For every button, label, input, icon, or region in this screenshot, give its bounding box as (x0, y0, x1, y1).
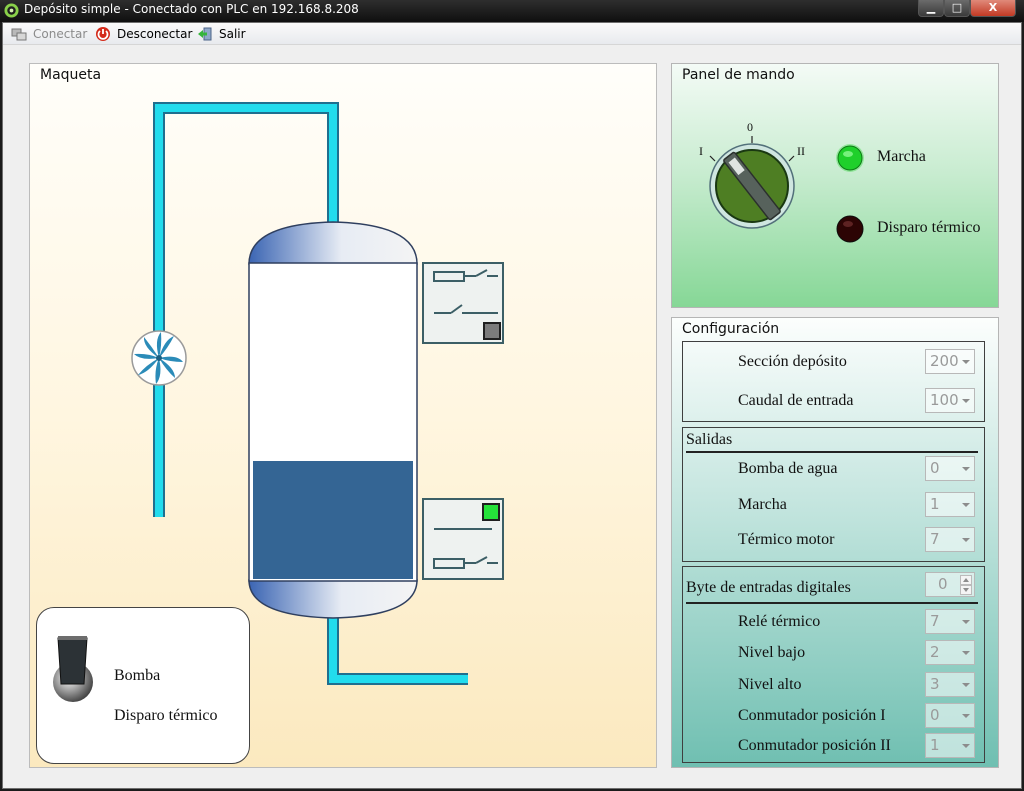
input-byte-spinner[interactable]: 0 (925, 572, 975, 597)
minimize-button[interactable]: ▁ (918, 0, 944, 17)
control-panel: Panel de mando I 0 II Marcha Disparo tér… (671, 63, 999, 308)
output-run-label: Marcha (738, 496, 787, 513)
input-byte-value: 0 (938, 575, 948, 593)
connect-icon (11, 28, 27, 41)
high-level-switch (422, 262, 504, 344)
title-bar: Depósito simple - Conectado con PLC en 1… (0, 0, 1024, 22)
output-pump-label: Bomba de agua (738, 460, 838, 477)
input-thermal-relay-select[interactable]: 7 (925, 609, 975, 634)
outputs-divider (686, 451, 978, 453)
tank-section-select[interactable]: 200 (925, 349, 975, 374)
exit-icon (198, 27, 212, 41)
output-thermal-label: Térmico motor (738, 531, 835, 548)
disconnect-button[interactable]: Desconectar (95, 25, 192, 43)
switch-position-0: 0 (747, 120, 753, 134)
input-switch-pos2-select[interactable]: 1 (925, 733, 975, 758)
chevron-down-icon (962, 399, 970, 403)
output-thermal-value: 7 (930, 530, 940, 548)
output-pump-value: 0 (930, 459, 940, 477)
output-run-select[interactable]: 1 (925, 492, 975, 517)
input-switch-pos1-label: Conmutador posición I (738, 707, 886, 724)
chevron-down-icon (962, 467, 970, 471)
control-panel-title: Panel de mando (682, 67, 795, 83)
configuration-panel: Configuración Sección depósito 200 Cauda… (671, 317, 999, 768)
chevron-down-icon (962, 683, 970, 687)
disconnect-icon (96, 27, 110, 41)
exit-button[interactable]: Salir (197, 25, 246, 43)
input-low-level-value: 2 (930, 643, 940, 661)
outlet-pipe (327, 616, 468, 685)
model-panel: Maqueta Bomba Disparo térmico (29, 63, 657, 768)
pump-icon (131, 330, 187, 386)
inflow-select[interactable]: 100 (925, 388, 975, 413)
maximize-button[interactable]: □ (944, 0, 970, 17)
input-high-level-value: 3 (930, 675, 940, 693)
configuration-panel-title: Configuración (682, 321, 780, 337)
connect-button[interactable]: Conectar (11, 25, 87, 43)
input-low-level-label: Nivel bajo (738, 644, 806, 661)
chevron-down-icon (962, 714, 970, 718)
low-level-switch (422, 498, 504, 580)
outputs-group: Salidas Bomba de agua 0 Marcha 1 Térmico… (682, 427, 985, 562)
tank-section-label: Sección depósito (738, 353, 847, 370)
inputs-group: Byte de entradas digitales 0 Relé térmic… (682, 566, 985, 763)
legend-box: Bomba Disparo térmico (36, 607, 250, 764)
input-switch-pos1-select[interactable]: 0 (925, 703, 975, 728)
output-run-value: 1 (930, 495, 940, 513)
chevron-down-icon (962, 620, 970, 624)
input-switch-pos2-value: 1 (930, 736, 940, 754)
tank-settings-group: Sección depósito 200 Caudal de entrada 1… (682, 341, 985, 422)
disconnect-label: Desconectar (117, 27, 193, 41)
chevron-down-icon (962, 360, 970, 364)
thermal-trip-lamp-label: Disparo térmico (877, 219, 981, 236)
spinner-arrows-icon[interactable] (960, 575, 972, 595)
window-title: Depósito simple - Conectado con PLC en 1… (24, 2, 359, 16)
run-lamp-label: Marcha (877, 148, 926, 165)
chevron-down-icon (962, 744, 970, 748)
output-thermal-select[interactable]: 7 (925, 527, 975, 552)
tank-section-value: 200 (930, 352, 959, 370)
input-high-level-select[interactable]: 3 (925, 672, 975, 697)
input-switch-pos2-label: Conmutador posición II (738, 737, 891, 754)
exit-label: Salir (219, 27, 246, 41)
inputs-group-title: Byte de entradas digitales (686, 579, 851, 596)
legend-pump-label: Bomba (114, 667, 161, 684)
inflow-value: 100 (930, 391, 959, 409)
input-thermal-relay-label: Relé térmico (738, 613, 821, 630)
tank (248, 221, 418, 619)
main-window: Conectar Desconectar Salir Maqueta Bomba… (2, 22, 1022, 789)
output-pump-select[interactable]: 0 (925, 456, 975, 481)
tank-water-level (253, 461, 413, 579)
input-low-level-select[interactable]: 2 (925, 640, 975, 665)
inflow-label: Caudal de entrada (738, 392, 854, 409)
selector-switch[interactable] (702, 134, 802, 234)
legend-thermal-label: Disparo térmico (114, 707, 218, 724)
chevron-down-icon (962, 538, 970, 542)
inputs-divider (686, 602, 978, 604)
close-button[interactable]: X (970, 0, 1016, 17)
thermal-trip-lamp-icon (836, 215, 864, 243)
app-icon (4, 3, 19, 18)
chevron-down-icon (962, 503, 970, 507)
input-switch-pos1-value: 0 (930, 706, 940, 724)
menu-bar: Conectar Desconectar Salir (3, 23, 1021, 45)
input-high-level-label: Nivel alto (738, 676, 802, 693)
pump-legend-icon (53, 636, 93, 702)
run-lamp-icon (836, 144, 864, 172)
connect-label: Conectar (33, 27, 88, 41)
input-thermal-relay-value: 7 (930, 612, 940, 630)
outputs-group-title: Salidas (686, 431, 733, 448)
chevron-down-icon (962, 651, 970, 655)
